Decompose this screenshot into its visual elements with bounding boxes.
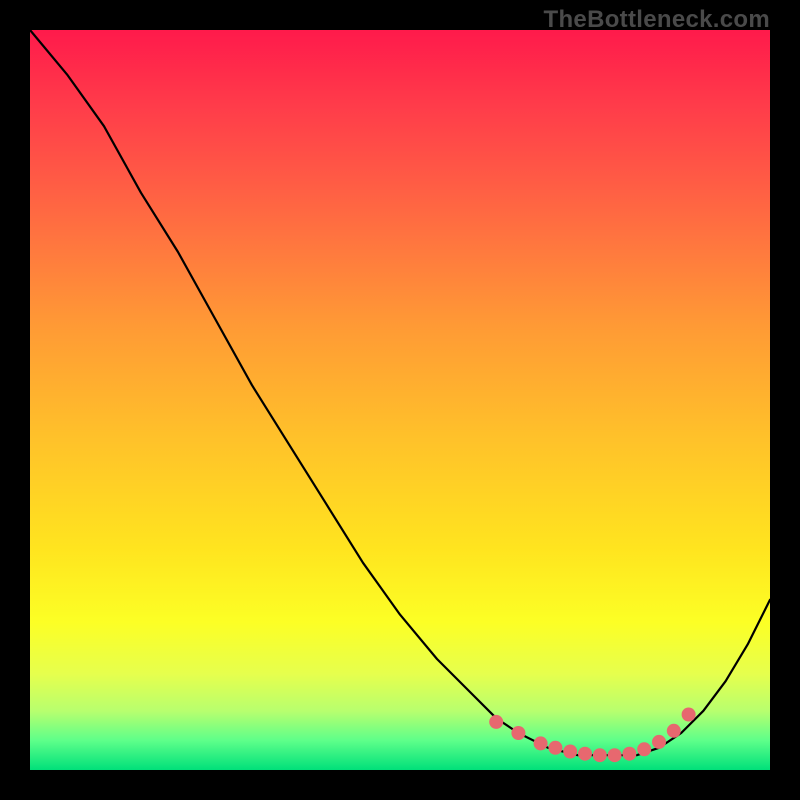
marker-dot	[563, 745, 577, 759]
marker-dot	[548, 741, 562, 755]
marker-dot	[682, 708, 696, 722]
marker-dot	[652, 735, 666, 749]
marker-dot	[511, 726, 525, 740]
marker-dot	[489, 715, 503, 729]
marker-dot	[578, 747, 592, 761]
marker-dot	[637, 742, 651, 756]
marker-dot	[593, 748, 607, 762]
marker-dot	[534, 736, 548, 750]
chart-stage: TheBottleneck.com	[0, 0, 800, 800]
chart-svg	[30, 30, 770, 770]
marker-dot	[622, 747, 636, 761]
marker-dot	[608, 748, 622, 762]
marker-group	[489, 708, 695, 763]
marker-dot	[667, 724, 681, 738]
curve-path	[30, 30, 770, 755]
